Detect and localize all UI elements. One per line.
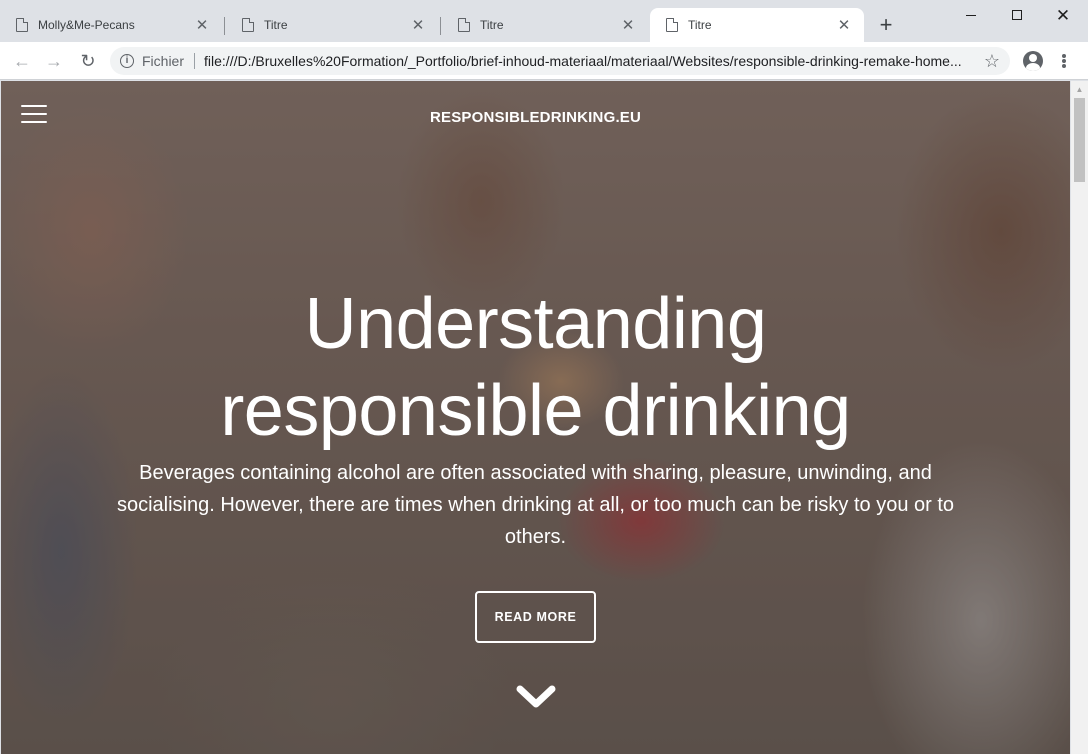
menu-icon[interactable] (1056, 50, 1072, 72)
close-icon[interactable]: ✕ (410, 16, 426, 34)
page-viewport: RESPONSIBLEDRINKING.EU Understanding res… (1, 81, 1070, 754)
minimize-icon (966, 14, 976, 16)
info-icon[interactable]: i (120, 54, 134, 68)
forward-arrow-icon: → (45, 50, 63, 71)
headline-line-1: Understanding (304, 284, 767, 364)
tab-divider (440, 17, 441, 35)
browser-tab-3[interactable]: Titre ✕ (442, 8, 648, 42)
document-icon (16, 18, 28, 32)
chevron-down-icon[interactable] (516, 684, 556, 710)
browser-tab-1[interactable]: Molly&Me-Pecans ✕ (0, 8, 222, 42)
back-arrow-icon: ← (13, 50, 31, 71)
document-icon (458, 18, 470, 32)
new-tab-button[interactable]: + (876, 12, 896, 38)
browser-tab-4-active[interactable]: Titre ✕ (650, 8, 864, 42)
headline-line-2: responsible drinking (220, 371, 851, 451)
url-text[interactable]: file:///D:/Bruxelles%20Formation/_Portfo… (204, 53, 1010, 69)
reload-icon: ↻ (80, 50, 96, 71)
site-brand[interactable]: RESPONSIBLEDRINKING.EU (1, 109, 1070, 126)
scheme-label: Fichier (142, 53, 185, 69)
minimize-button[interactable] (948, 0, 994, 30)
tab-title: Titre (688, 18, 712, 32)
scroll-up-arrow-icon[interactable]: ▲ (1071, 81, 1088, 98)
tab-title: Titre (480, 18, 504, 32)
close-icon[interactable]: ✕ (620, 16, 636, 34)
close-icon[interactable]: ✕ (836, 16, 852, 34)
tab-title: Titre (264, 18, 288, 32)
back-button[interactable]: ← (10, 49, 34, 73)
address-bar[interactable]: i Fichier file:///D:/Bruxelles%20Formati… (110, 47, 1010, 75)
maximize-icon (1012, 10, 1022, 20)
window-close-button[interactable]: ✕ (1040, 0, 1086, 30)
star-icon[interactable]: ☆ (984, 51, 1000, 72)
browser-tab-2[interactable]: Titre ✕ (226, 8, 438, 42)
forward-button[interactable]: → (42, 49, 66, 73)
tab-divider (224, 17, 225, 35)
tab-strip: Molly&Me-Pecans ✕ Titre ✕ Titre ✕ Titre … (0, 0, 1088, 42)
omnibox-divider (194, 53, 196, 69)
document-icon (242, 18, 254, 32)
close-icon: ✕ (1055, 5, 1071, 25)
tab-title: Molly&Me-Pecans (38, 18, 135, 32)
hero-description: Beverages containing alcohol are often a… (116, 462, 955, 548)
browser-toolbar: ← → ↻ i Fichier file:///D:/Bruxelles%20F… (0, 42, 1088, 80)
hero-headline: Understanding responsible drinking (1, 281, 1070, 455)
page-scrollbar[interactable]: ▲ (1071, 81, 1088, 754)
reload-button[interactable]: ↻ (76, 49, 100, 73)
close-icon[interactable]: ✕ (194, 16, 210, 34)
read-more-button[interactable]: READ MORE (475, 591, 596, 643)
document-icon (666, 18, 678, 32)
scrollbar-thumb[interactable] (1074, 98, 1085, 182)
maximize-button[interactable] (994, 0, 1040, 30)
account-icon[interactable] (1023, 51, 1043, 71)
